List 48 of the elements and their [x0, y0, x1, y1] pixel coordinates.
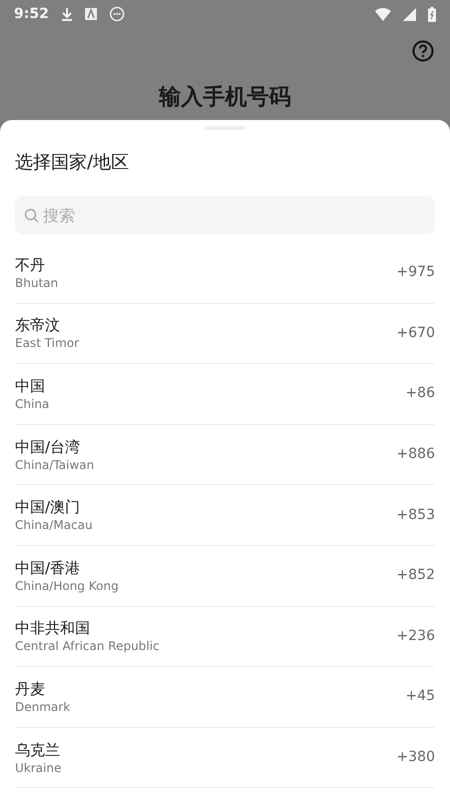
country-english-name: East Timor	[15, 335, 79, 352]
country-row[interactable]: 中非共和国 Central African Republic +236	[15, 606, 435, 668]
country-row[interactable]: 乌克兰 Ukraine +380	[15, 728, 435, 788]
country-name: 乌克兰	[15, 740, 61, 760]
country-english-name: Central African Republic	[15, 638, 160, 654]
country-row[interactable]: 中国 China +86	[15, 364, 435, 425]
battery-icon	[428, 6, 436, 22]
country-english-name: China/Taiwan	[15, 456, 94, 473]
country-name: 中国	[15, 376, 46, 396]
country-english-name: China	[15, 396, 50, 412]
country-row[interactable]: 东帝汶 East Timor +670	[15, 304, 435, 364]
country-english-name: China/Macau	[15, 517, 93, 534]
country-name: 不丹	[15, 254, 46, 275]
country-name: 东帝汶	[15, 315, 61, 336]
dial-code: +86	[405, 384, 435, 404]
country-english-name: Ukraine	[15, 760, 62, 776]
country-english-name: Bhutan	[15, 274, 58, 291]
country-name: 中国/香港	[15, 558, 82, 578]
country-name: 中国/台湾	[15, 436, 82, 457]
help-icon[interactable]	[412, 40, 434, 62]
country-row[interactable]: 不丹 Bhutan +975	[15, 243, 435, 304]
search-icon	[24, 208, 39, 223]
dial-code: +852	[396, 566, 435, 586]
status-time: 9:52	[14, 4, 49, 24]
dial-code: +975	[396, 263, 435, 282]
country-english-name: Denmark	[15, 698, 70, 715]
download-icon	[60, 7, 73, 21]
dial-code: +380	[396, 748, 435, 768]
app-icon	[84, 8, 97, 20]
country-row[interactable]: 丹麦 Denmark +45	[15, 667, 435, 728]
dial-code: +886	[396, 445, 435, 464]
country-name: 中国/澳门	[15, 497, 82, 518]
country-english-name: China/Hong Kong	[15, 578, 119, 594]
wifi-icon	[375, 8, 391, 20]
dial-code: +45	[405, 687, 435, 706]
signal-icon	[403, 8, 416, 20]
dial-code: +236	[396, 626, 435, 646]
search-field[interactable]: 搜索	[15, 196, 435, 234]
country-row[interactable]: 中国/香港 China/Hong Kong +852	[15, 546, 435, 607]
country-row[interactable]: 中国/台湾 China/Taiwan +886	[15, 424, 435, 486]
country-row[interactable]: 中国/澳门 China/Macau +853	[15, 485, 435, 546]
dial-code: +670	[396, 324, 435, 343]
country-name: 中非共和国	[15, 618, 91, 638]
sheet-title: 选择国家/地区	[15, 152, 130, 173]
country-name: 丹麦	[15, 678, 46, 699]
chat-icon	[108, 6, 125, 22]
dial-code: +853	[396, 506, 435, 525]
page-title: 输入手机号码	[159, 84, 291, 112]
